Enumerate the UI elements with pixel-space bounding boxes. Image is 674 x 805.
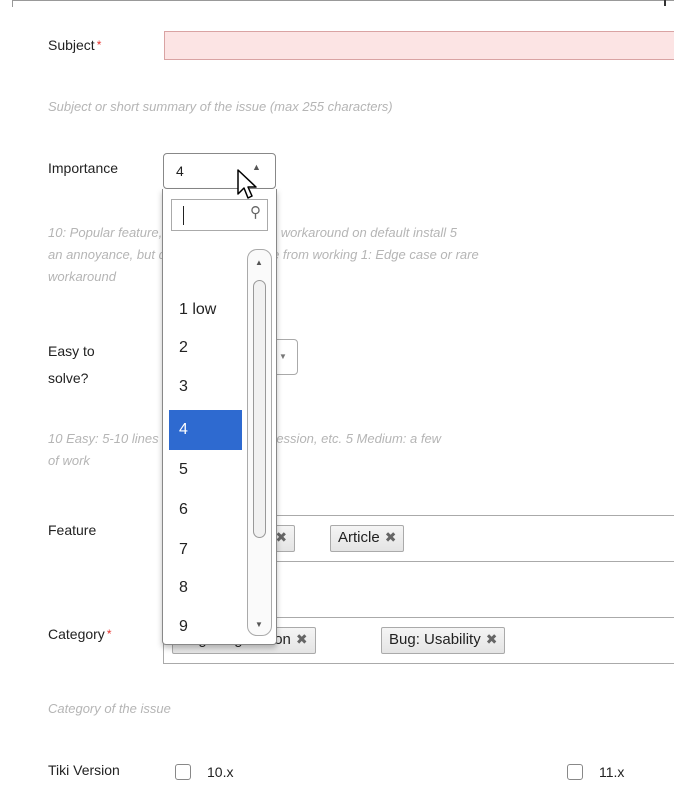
subject-input[interactable] — [164, 31, 674, 60]
required-marker: * — [96, 38, 102, 52]
checkbox-10x-label: 10.x — [207, 764, 234, 780]
chevron-down-icon: ▼ — [279, 352, 287, 361]
tiki-version-label: Tiki Version — [48, 762, 120, 778]
dropdown-option[interactable]: 5 — [163, 450, 243, 490]
panel-frame — [12, 0, 674, 7]
feature-token: Article ✖ — [330, 525, 405, 552]
subject-label-text: Subject — [48, 37, 95, 53]
dropdown-option[interactable]: 2 — [163, 328, 243, 368]
subject-help: Subject or short summary of the issue (m… — [48, 99, 393, 114]
easy-help-line-2: of work — [48, 453, 90, 468]
category-label: Category * — [48, 625, 111, 644]
importance-selected-value: 4 — [176, 163, 184, 179]
dropdown-search-input[interactable]: ⚲ — [171, 199, 268, 231]
remove-icon[interactable]: ✖ — [275, 529, 287, 545]
chevron-up-icon[interactable]: ▲ — [255, 258, 263, 267]
importance-label: Importance — [48, 160, 119, 176]
token-label: Bug: Usability — [389, 631, 481, 648]
dropdown-option-selected[interactable]: 4 — [169, 410, 242, 450]
category-label-text: Category — [48, 626, 105, 642]
dropdown-scrollbar[interactable]: ▲ ▼ — [247, 249, 272, 636]
feature-label: Feature — [48, 522, 97, 538]
importance-select[interactable]: 4 ▲ — [163, 153, 276, 189]
scrollbar-thumb[interactable] — [253, 280, 266, 538]
chevron-down-icon[interactable]: ▼ — [255, 620, 263, 629]
dropdown-option[interactable]: 1 low — [163, 290, 243, 330]
dropdown-option[interactable]: 3 — [163, 367, 243, 407]
checkbox-10x[interactable] — [175, 764, 191, 780]
text-caret — [183, 206, 184, 225]
remove-icon[interactable]: ✖ — [296, 631, 308, 647]
dropdown-option[interactable]: 6 — [163, 490, 243, 530]
importance-help-line-3: workaround — [48, 269, 116, 284]
dropdown-option[interactable]: 7 — [163, 530, 243, 570]
dropdown-option[interactable]: 9 — [163, 607, 243, 637]
category-token: Bug: Usability ✖ — [381, 627, 506, 654]
token-label: Article — [338, 529, 380, 546]
remove-icon[interactable]: ✖ — [486, 631, 498, 647]
checkbox-11x-label: 11.x — [599, 764, 625, 780]
easy-label-line-2: solve? — [48, 370, 89, 386]
checkbox-11x[interactable] — [567, 764, 583, 780]
frame-marker — [664, 0, 666, 6]
required-marker: * — [106, 627, 112, 641]
subject-label: Subject * — [48, 36, 101, 55]
dropdown-option[interactable]: 8 — [163, 568, 243, 608]
importance-dropdown: ⚲ 1 low 2 3 4 5 6 7 8 9 ▲ ▼ — [162, 189, 277, 645]
search-icon: ⚲ — [250, 204, 261, 221]
remove-icon[interactable]: ✖ — [385, 529, 397, 545]
category-help: Category of the issue — [48, 701, 171, 716]
easy-label-line-1: Easy to — [48, 343, 95, 359]
mouse-pointer-icon — [237, 169, 257, 199]
